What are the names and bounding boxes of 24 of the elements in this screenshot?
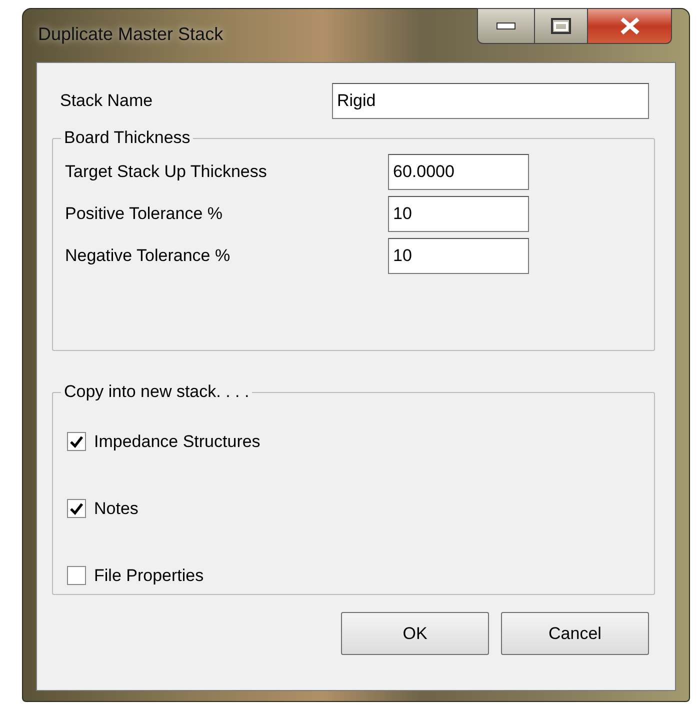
cancel-button[interactable]: Cancel <box>501 612 649 655</box>
number-field[interactable]: 10 <box>388 238 529 274</box>
field-label: Negative Tolerance % <box>65 244 232 267</box>
close-button[interactable] <box>588 8 672 44</box>
checkbox[interactable] <box>67 499 86 518</box>
checkbox[interactable] <box>67 432 86 452</box>
checkbox-label: Impedance Structures <box>94 430 260 453</box>
field-label: Stack Name <box>59 90 153 112</box>
field-label: Target Stack Up Thickness <box>65 160 268 183</box>
checkbox-label: Notes <box>94 498 138 520</box>
ok-button[interactable]: OK <box>341 612 489 655</box>
checkbox-label: File Properties <box>94 564 204 587</box>
stack-name-field[interactable]: Rigid <box>332 83 649 119</box>
window-title: Duplicate Master Stack <box>37 23 224 46</box>
minimize-button[interactable] <box>477 8 535 44</box>
group-title: Board Thickness <box>63 129 192 148</box>
number-field[interactable]: 10 <box>388 196 529 232</box>
maximize-icon <box>550 17 572 35</box>
maximize-button[interactable] <box>535 8 588 44</box>
minimize-icon <box>496 22 516 30</box>
field-label: Positive Tolerance % <box>65 202 224 225</box>
checkbox[interactable] <box>67 566 86 586</box>
number-field[interactable]: 60.0000 <box>388 154 529 190</box>
group-title: Copy into new stack. . . . <box>63 383 250 402</box>
